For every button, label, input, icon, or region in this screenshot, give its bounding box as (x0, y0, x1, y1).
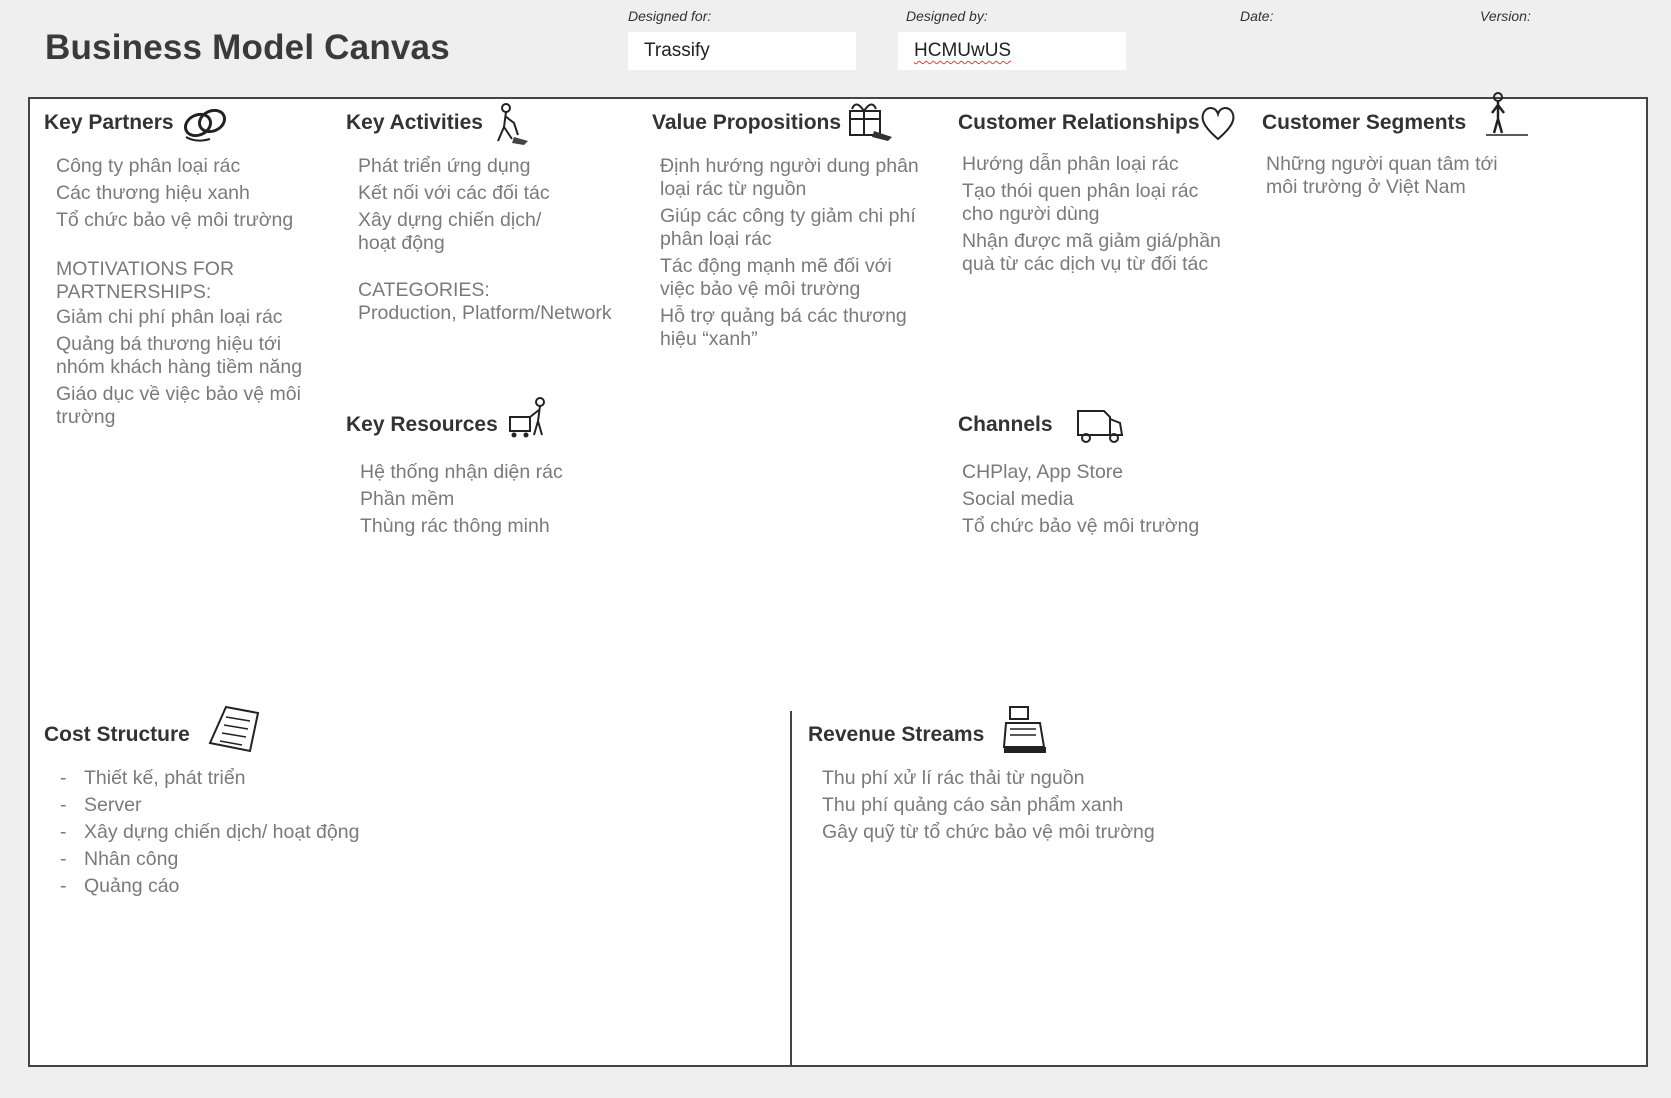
chain-links-icon (183, 108, 227, 142)
key-partners-content: Công ty phân loại rác Các thương hiệu xa… (56, 155, 322, 433)
value-propositions-block[interactable]: Value Propositions Định hướng người dung… (634, 99, 938, 713)
list-item: Công ty phân loại rác (56, 155, 241, 177)
list-item: Tác động mạnh mẽ đối với việc bảo vệ môi… (660, 255, 892, 300)
list-item: Phần mềm (360, 488, 455, 510)
key-resources-block[interactable]: Key Resources Hệ thống nhận diện rác Phầ… (332, 397, 636, 713)
list-item: Quảng bá thương hiệu tới nhóm khách hàng… (56, 333, 303, 378)
designed-for-label: Designed for: (628, 8, 712, 24)
worker-cart-icon (509, 397, 545, 438)
customer-relationships-title: Customer Relationships (958, 111, 1200, 134)
cost-structure-block[interactable]: Cost Structure Thiết kế, phát triển Serv… (30, 705, 792, 1065)
list-item: Thu phí quảng cáo sản phẩm xanh (822, 794, 1124, 816)
key-resources-title: Key Resources (346, 413, 498, 436)
list-item: Quảng cáo (56, 875, 780, 898)
list-item: Tổ chức bảo vệ môi trường (56, 209, 294, 231)
customer-segments-title: Customer Segments (1262, 111, 1467, 134)
cost-structure-content: Thiết kế, phát triển Server Xây dựng chi… (56, 767, 780, 902)
list-item: Thu phí xử lí rác thải từ nguồn (822, 767, 1085, 789)
list-item: Những người quan tâm tới môi trường ở Vi… (1266, 153, 1498, 198)
designed-for-value: Trassify (644, 40, 710, 61)
list-item: Giúp các công ty giảm chi phí phân loại … (660, 205, 916, 250)
value-propositions-content: Định hướng người dung phân loại rác từ n… (660, 155, 926, 355)
list-item: Giáo dục về việc bảo vệ môi trường (56, 383, 301, 428)
categories-value: Production, Platform/Network (358, 302, 612, 324)
channels-block[interactable]: Channels CHPlay, App Store Social media … (936, 401, 1242, 713)
list-item: Kết nối với các đối tác (358, 182, 550, 204)
page-title: Business Model Canvas (45, 28, 450, 67)
date-label: Date: (1240, 8, 1274, 24)
list-item: Gây quỹ từ tổ chức bảo vệ môi trường (822, 821, 1155, 843)
designed-by-value: HCMUwUS (914, 40, 1012, 61)
designed-by-label: Designed by: (906, 8, 988, 24)
truck-icon (1077, 410, 1124, 443)
channels-content: CHPlay, App Store Social media Tổ chức b… (962, 461, 1230, 542)
heart-icon (1201, 107, 1235, 141)
key-activities-block[interactable]: Key Activities Phát triển ứng dụng Kết n… (332, 99, 636, 403)
motivations-heading: MOTIVATIONS FOR PARTNERSHIPS: (56, 258, 235, 303)
key-resources-content: Hệ thống nhận diện rác Phần mềm Thùng rá… (360, 461, 624, 542)
categories-heading: CATEGORIES: (358, 279, 490, 301)
list-item: Tạo thói quen phân loại rác cho người dù… (962, 180, 1199, 225)
gift-icon (849, 103, 892, 141)
list-item: Giảm chi phí phân loại rác (56, 306, 283, 328)
customer-relationships-block[interactable]: Customer Relationships Hướng dẫn phân lo… (936, 99, 1242, 403)
list-item: Phát triển ứng dụng (358, 155, 531, 177)
list-item: Thùng rác thông minh (360, 515, 550, 537)
revenue-streams-block[interactable]: Revenue Streams Thu phí xử lí rác thải t… (790, 706, 1646, 1065)
list-item: Social media (962, 488, 1074, 510)
revenue-streams-title: Revenue Streams (808, 723, 985, 746)
key-activities-content: Phát triển ứng dụng Kết nối với các đối … (358, 155, 624, 329)
list-item: Định hướng người dung phân loại rác từ n… (660, 155, 919, 200)
list-item: Nhận được mã giảm giá/phần quà từ các dị… (962, 230, 1221, 275)
list-item: Hệ thống nhận diện rác (360, 461, 563, 483)
customer-relationships-content: Hướng dẫn phân loại rác Tạo thói quen ph… (962, 153, 1230, 280)
list-item: Thiết kế, phát triển (56, 767, 780, 790)
list-item: Các thương hiệu xanh (56, 182, 250, 204)
list-item: Tổ chức bảo vệ môi trường (962, 515, 1200, 537)
cost-structure-title: Cost Structure (44, 723, 190, 746)
business-model-canvas-page: Business Model Canvas Designed for: Tras… (0, 0, 1671, 1098)
canvas-grid: Key Partners Công ty phân loại rác Các t… (28, 92, 1648, 1067)
receipt-icon (208, 705, 260, 753)
customer-segments-block[interactable]: Customer Segments Những người quan tâm t… (1240, 92, 1646, 713)
value-propositions-title: Value Propositions (652, 111, 842, 134)
cash-register-icon (1002, 706, 1046, 753)
worker-icon (497, 103, 528, 145)
key-partners-title: Key Partners (44, 111, 174, 134)
person-icon (1486, 92, 1528, 136)
list-item: Hỗ trợ quảng bá các thương hiệu “xanh” (660, 305, 907, 350)
designed-by-field[interactable]: HCMUwUS (898, 32, 1126, 70)
version-label: Version: (1480, 8, 1531, 24)
list-item: Xây dựng chiến dịch/ hoạt động (358, 209, 542, 254)
customer-segments-content: Những người quan tâm tới môi trường ở Vi… (1266, 153, 1516, 203)
designed-for-field[interactable]: Trassify (628, 32, 856, 70)
list-item: Server (56, 794, 780, 817)
list-item: Hướng dẫn phân loại rác (962, 153, 1179, 175)
key-activities-title: Key Activities (346, 111, 483, 134)
list-item: Nhân công (56, 848, 780, 871)
channels-title: Channels (958, 413, 1053, 436)
key-partners-block[interactable]: Key Partners Công ty phân loại rác Các t… (30, 99, 334, 713)
revenue-streams-content: Thu phí xử lí rác thải từ nguồn Thu phí … (822, 767, 1636, 848)
list-item: Xây dựng chiến dịch/ hoạt động (56, 821, 780, 844)
list-item: CHPlay, App Store (962, 461, 1124, 483)
